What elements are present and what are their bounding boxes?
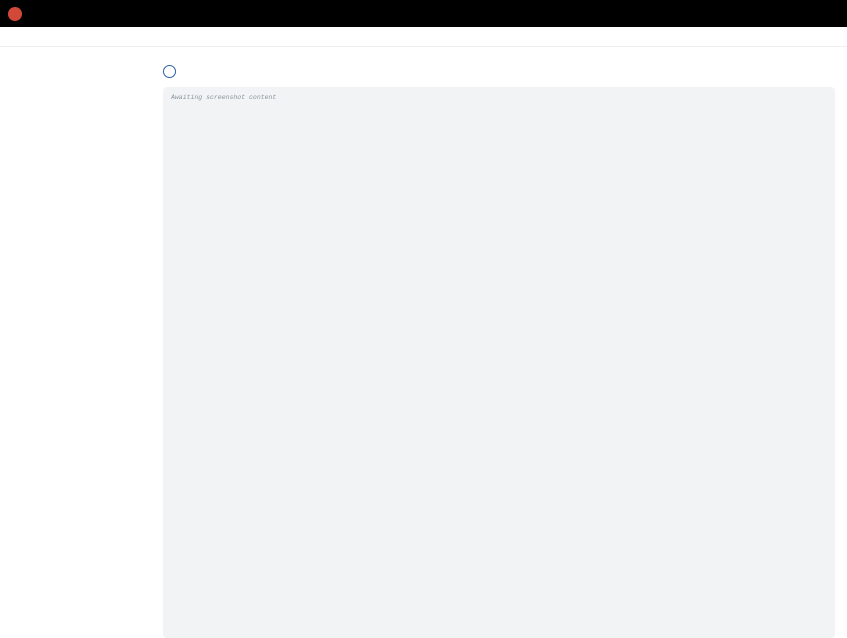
console-output[interactable]: Awaiting screenshot content (163, 87, 835, 638)
sidebar (0, 47, 155, 638)
empty-state-message: Awaiting screenshot content (171, 94, 277, 101)
console-output-icon (163, 64, 176, 78)
breadcrumb (0, 27, 847, 47)
app-logo-icon (8, 6, 22, 21)
brand[interactable] (8, 6, 28, 21)
page-layout: Awaiting screenshot content (0, 47, 847, 638)
main-header (163, 59, 835, 83)
top-navigation-bar (0, 0, 847, 27)
main-content: Awaiting screenshot content (155, 47, 847, 638)
